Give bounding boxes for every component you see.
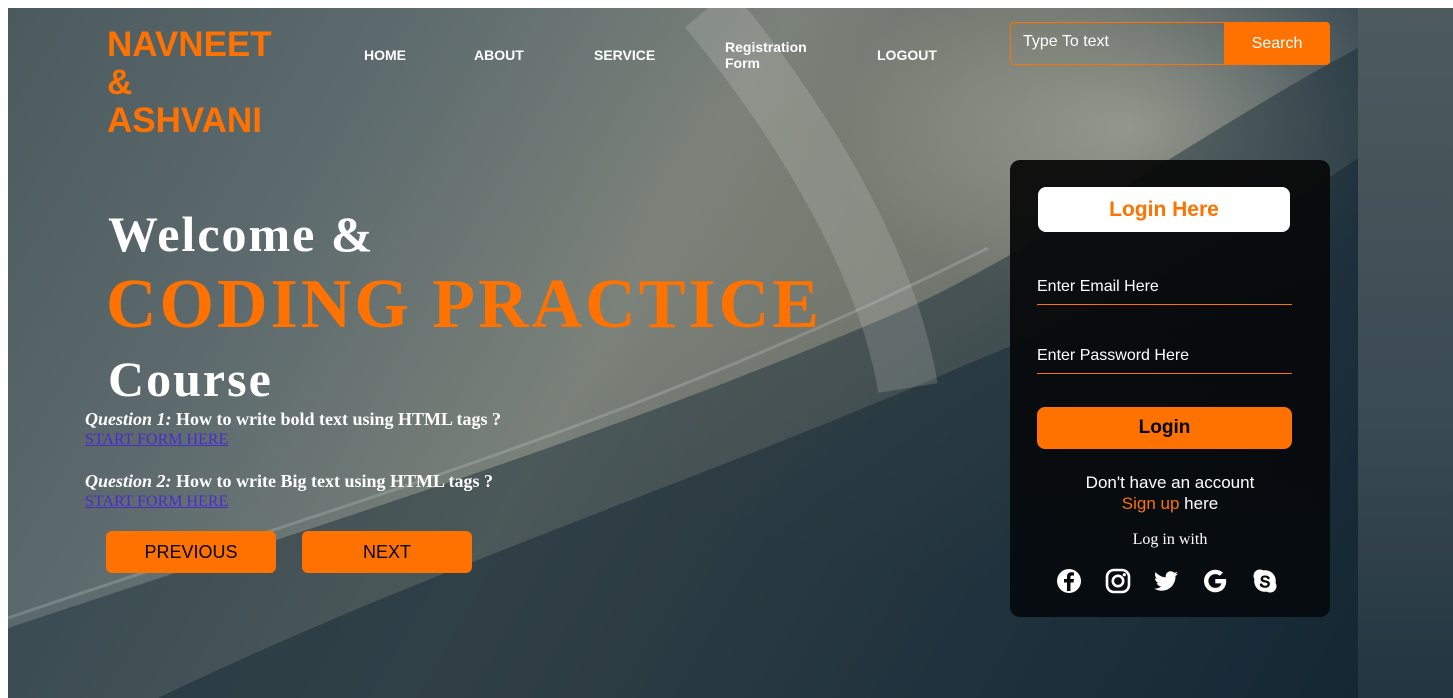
signup-prompt: Don't have an account Sign up here [1010,472,1330,514]
instagram-icon[interactable] [1103,566,1133,596]
signup-line: Sign up here [1010,493,1330,514]
login-card: Login Here Enter Email Here Enter Passwo… [1010,160,1330,617]
hero-welcome: Welcome & [108,206,375,262]
question-2: Question 2: How to write Big text using … [85,471,493,492]
twitter-icon[interactable] [1151,566,1181,596]
nav-about[interactable]: ABOUT [474,47,524,63]
question-2-label: Question 2: [85,471,172,491]
hero-highlight: CODING PRACTICE [106,266,822,343]
question-1-link[interactable]: START FORM HERE [85,431,228,449]
question-1-text: How to write bold text using HTML tags ? [171,409,502,429]
nav-registration-line-1: Registration [725,39,807,55]
previous-button[interactable]: PREVIOUS [106,531,276,573]
nav-registration-line-2: Form [725,55,760,71]
no-account-text: Don't have an account [1085,473,1255,492]
login-button[interactable]: Login [1037,407,1292,449]
brand-line-1: NAVNEET [107,25,272,64]
email-field[interactable]: Enter Email Here [1037,277,1292,305]
question-2-link[interactable]: START FORM HERE [85,493,228,511]
google-icon[interactable] [1200,566,1230,596]
skype-icon[interactable] [1250,566,1280,596]
brand-line-3: ASHVANI [107,101,262,140]
next-button[interactable]: NEXT [302,531,472,573]
nav-registration-form[interactable]: Registration Form [725,39,807,71]
brand-logo: NAVNEET & ASHVANI [107,26,307,140]
facebook-icon[interactable] [1054,566,1084,596]
search-input[interactable]: Type To text [1010,22,1224,65]
question-1: Question 1: How to write bold text using… [85,409,501,430]
signup-link[interactable]: Sign up [1122,494,1180,513]
hero-course: Course [108,351,273,407]
question-1-label: Question 1: [85,409,172,429]
right-background-strip [1358,8,1453,698]
nav-service[interactable]: SERVICE [594,47,655,63]
login-with-label: Log in with [1132,531,1208,548]
nav-logout[interactable]: LOGOUT [877,47,937,63]
login-title: Login Here [1038,187,1290,232]
signup-suffix: here [1179,494,1219,513]
search-button[interactable]: Search [1224,22,1330,65]
nav-home[interactable]: HOME [364,47,406,63]
brand-line-2: & [107,63,133,102]
password-field[interactable]: Enter Password Here [1037,346,1292,374]
question-2-text: How to write Big text using HTML tags ? [171,471,494,491]
